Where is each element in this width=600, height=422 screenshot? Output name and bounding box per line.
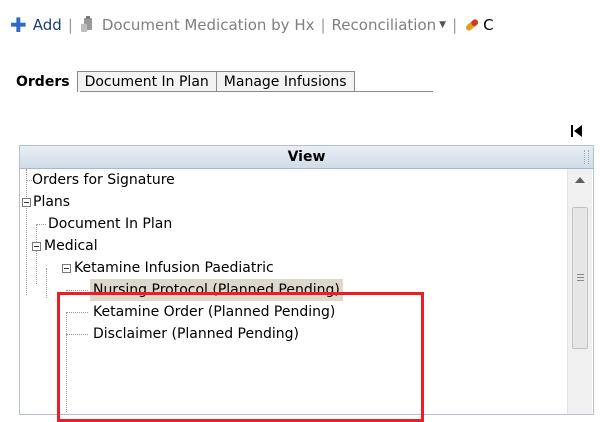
scroll-thumb[interactable] — [572, 207, 588, 349]
toolbar-separator: | — [67, 16, 73, 34]
vertical-scrollbar[interactable] — [567, 169, 592, 414]
toolbar-separator: | — [320, 16, 326, 34]
tree-item-ketamine-order[interactable]: Ketamine Order (Planned Pending) — [20, 301, 338, 323]
view-panel: View Orders for Signature Plans Document… — [19, 145, 594, 415]
tab-orders[interactable]: Orders — [8, 71, 78, 92]
reconciliation-label: Reconciliation — [331, 16, 437, 34]
tree-item-label: Medical — [44, 238, 98, 254]
tree-connector — [66, 312, 88, 313]
tree-item-label: Document In Plan — [48, 216, 173, 232]
tree-item-label: Nursing Protocol (Planned Pending) — [90, 279, 343, 301]
tree-item-disclaimer[interactable]: Disclaimer (Planned Pending) — [20, 323, 302, 345]
dropdown-chevron-icon: ▼ — [439, 20, 447, 30]
tree-item-label: Orders for Signature — [32, 172, 175, 188]
trailing-toolbar-button[interactable]: C — [463, 14, 494, 36]
view-tabs: Orders Document In Plan Manage Infusions — [8, 70, 355, 92]
tree-item-plans[interactable]: Plans — [20, 191, 73, 213]
add-button[interactable]: ✚ Add — [10, 14, 62, 36]
view-header: View — [20, 146, 593, 169]
view-tree: Orders for Signature Plans Document In P… — [20, 169, 565, 414]
tree-connector — [66, 334, 88, 335]
pill-icon — [466, 19, 479, 31]
plus-icon: ✚ — [10, 13, 27, 37]
collapse-node-icon[interactable] — [22, 198, 31, 207]
toolbar-separator: | — [452, 16, 458, 34]
tree-connector — [36, 224, 46, 225]
tree-item-ketamine-infusion-paediatric[interactable]: Ketamine Infusion Paediatric — [20, 257, 277, 279]
collapse-node-icon[interactable] — [32, 242, 41, 251]
tree-item-nursing-protocol[interactable]: Nursing Protocol (Planned Pending) — [20, 279, 343, 301]
tab-divider — [80, 91, 433, 92]
tab-manage-infusions[interactable]: Manage Infusions — [215, 71, 355, 92]
tree-item-label: Disclaimer (Planned Pending) — [93, 326, 299, 342]
thumb-grip-icon — [577, 274, 584, 281]
document-medication-button[interactable]: Document Medication by Hx — [79, 14, 315, 36]
document-medication-label: Document Medication by Hx — [101, 16, 315, 34]
trailing-label: C — [483, 16, 494, 34]
collapse-panel-icon[interactable] — [571, 124, 583, 138]
tree-item-orders-for-signature[interactable]: Orders for Signature — [20, 169, 178, 191]
toolbar: ✚ Add | Document Medication by Hx | Reco… — [0, 0, 600, 50]
tree-item-label: Ketamine Infusion Paediatric — [74, 260, 274, 276]
add-label: Add — [32, 16, 62, 34]
tree-connector — [26, 180, 32, 181]
tree-item-label: Plans — [33, 194, 71, 210]
view-header-label: View — [287, 149, 326, 165]
tree-item-label: Ketamine Order (Planned Pending) — [93, 304, 336, 320]
tab-document-in-plan[interactable]: Document In Plan — [76, 71, 217, 92]
header-grip-icon[interactable] — [584, 150, 589, 164]
scroll-up-arrow-icon[interactable] — [575, 177, 585, 183]
collapse-node-icon[interactable] — [62, 264, 71, 273]
document-medication-icon — [80, 16, 92, 32]
tree-connector — [66, 290, 88, 291]
reconciliation-dropdown[interactable]: Reconciliation ▼ — [332, 14, 447, 36]
tree-item-document-in-plan[interactable]: Document In Plan — [20, 213, 175, 235]
tree-item-medical[interactable]: Medical — [20, 235, 101, 257]
